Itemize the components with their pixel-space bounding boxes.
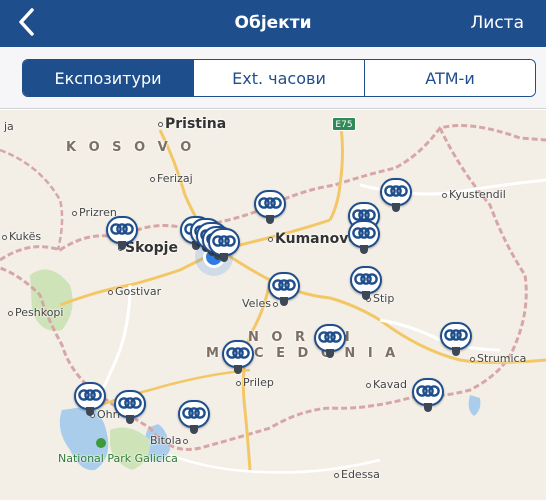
branch-marker[interactable] (380, 178, 412, 216)
branch-marker[interactable] (106, 216, 138, 254)
branch-marker[interactable] (222, 340, 254, 378)
map-label-kosovo: K O S O V O (66, 140, 196, 155)
bank-logo-icon (226, 347, 250, 359)
bank-logo-icon (272, 279, 296, 291)
segment-bar: Експозитури Ext. часови ATM-и (0, 47, 546, 109)
branch-marker[interactable] (440, 322, 472, 360)
branch-marker[interactable] (74, 382, 106, 420)
map-view[interactable]: E75 ja Pristina K O S O V O Ferizaj Priz… (0, 110, 546, 500)
park-icon (96, 438, 106, 448)
branch-marker[interactable] (208, 228, 240, 266)
bank-logo-icon (258, 197, 282, 209)
bank-logo-icon (212, 235, 236, 247)
bank-logo-icon (318, 331, 342, 343)
branch-marker[interactable] (350, 266, 382, 304)
bank-logo-icon (352, 227, 376, 239)
nav-bar: Објекти Листа (0, 0, 546, 47)
branch-marker[interactable] (412, 378, 444, 416)
map-label-ferizaj: Ferizaj (150, 172, 193, 185)
branch-marker[interactable] (348, 220, 380, 258)
tab-extended-hours[interactable]: Ext. часови (193, 60, 364, 96)
map-label-peshkopi: Peshkopi (8, 306, 63, 319)
bank-logo-icon (354, 273, 378, 285)
bank-logo-icon (110, 223, 134, 235)
map-label-gostivar: Gostivar (108, 285, 161, 298)
highway-e75-shield: E75 (332, 117, 356, 131)
tab-branches[interactable]: Експозитури (23, 60, 193, 96)
bank-logo-icon (182, 407, 206, 419)
branch-marker[interactable] (254, 190, 286, 228)
map-label-ja: ja (4, 120, 14, 133)
map-label-kukes: Kukës (2, 230, 41, 243)
bank-logo-icon (444, 329, 468, 341)
branch-marker[interactable] (178, 400, 210, 438)
map-label-edessa: Edessa (334, 468, 380, 481)
branch-marker[interactable] (314, 324, 346, 362)
map-label-pristina: Pristina (158, 116, 226, 132)
map-label-park: National Park Galicica (58, 438, 178, 465)
map-label-kavadarci: Kavad (366, 378, 407, 391)
map-label-kumanovo: Kumanovo (268, 231, 358, 247)
branch-marker[interactable] (268, 272, 300, 310)
branch-marker[interactable] (114, 390, 146, 428)
map-label-strumica: Strumica (470, 352, 526, 365)
bank-logo-icon (416, 385, 440, 397)
map-label-kyustendil: Kyustendil (442, 188, 506, 201)
page-title: Објекти (234, 13, 312, 33)
segmented-control: Експозитури Ext. часови ATM-и (22, 59, 536, 97)
tab-atms[interactable]: ATM-и (364, 60, 535, 96)
bank-logo-icon (118, 397, 142, 409)
bank-logo-icon (78, 389, 102, 401)
list-button[interactable]: Листа (471, 13, 525, 33)
bank-logo-icon (384, 185, 408, 197)
